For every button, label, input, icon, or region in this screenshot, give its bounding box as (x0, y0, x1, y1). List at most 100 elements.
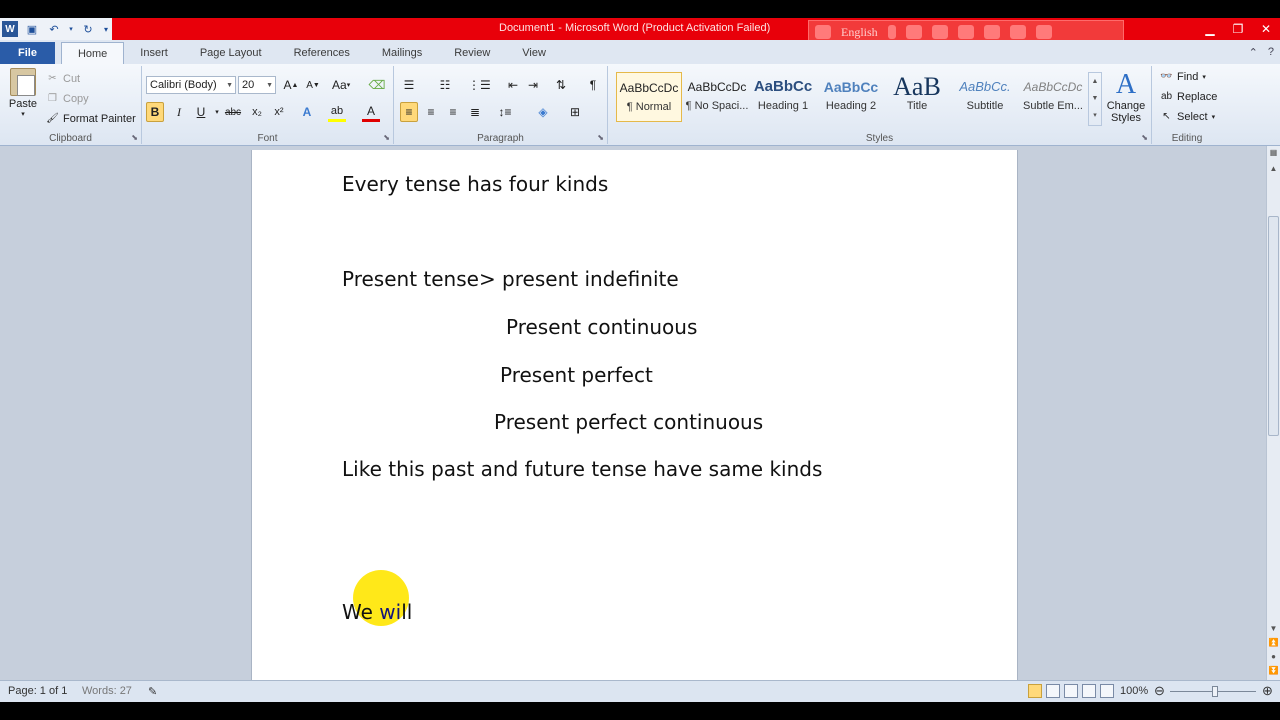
settings-icon[interactable] (957, 25, 974, 39)
change-case-button[interactable]: Aa ▾ (332, 75, 350, 95)
web-layout-icon[interactable] (1064, 684, 1078, 698)
sort-icon[interactable]: ⇅ (552, 75, 570, 95)
font-color-icon[interactable]: A (362, 102, 380, 122)
redo-icon[interactable]: ↻ (80, 21, 96, 37)
subscript-icon[interactable]: x₂ (248, 102, 266, 122)
increase-indent-icon[interactable]: ⇥ (524, 75, 542, 95)
copy-button[interactable]: ❐ Copy (46, 92, 89, 105)
tab-file[interactable]: File (0, 42, 55, 64)
select-button[interactable]: ↖ Select ▾ (1160, 110, 1215, 123)
numbering-icon[interactable]: ☷ (436, 75, 454, 95)
word-count[interactable]: Words: 27 (82, 685, 132, 697)
shrink-font-icon[interactable]: A ▼ (304, 75, 322, 95)
superscript-icon[interactable]: x² (270, 102, 288, 122)
format-painter-button[interactable]: 🖌 Format Painter (46, 112, 136, 125)
bullets-icon[interactable]: ☰ (400, 75, 418, 95)
text-line[interactable]: Present tense> present indefinite (342, 267, 679, 291)
tab-home[interactable]: Home (60, 42, 125, 64)
ime-icon[interactable] (815, 25, 831, 39)
ruler-toggle-icon[interactable]: ▦ (1267, 148, 1280, 160)
full-screen-reading-icon[interactable] (1046, 684, 1060, 698)
tab-mailings[interactable]: Mailings (366, 42, 438, 64)
print-layout-icon[interactable] (1028, 684, 1042, 698)
tab-insert[interactable]: Insert (124, 42, 184, 64)
proofing-icon[interactable]: ✎ (148, 685, 157, 698)
dialog-launcher-icon[interactable]: ⬊ (597, 133, 604, 142)
language-label[interactable]: English (841, 25, 878, 40)
text-line[interactable]: Every tense has four kinds (342, 172, 608, 196)
outline-icon[interactable] (1082, 684, 1096, 698)
style-subtle-emphasis[interactable]: AaBbCcDc Subtle Em... (1020, 72, 1086, 122)
bold-icon[interactable]: B (146, 102, 164, 122)
styles-scroll[interactable]: ▲ ▼ ▾ (1088, 72, 1102, 126)
style-subtitle[interactable]: AaBbCc. Subtitle (952, 72, 1018, 122)
next-page-icon[interactable]: ⏬ (1267, 666, 1280, 678)
close-icon[interactable]: ✕ (1252, 18, 1280, 40)
align-right-icon[interactable]: ≡ (444, 102, 462, 122)
pen-icon[interactable] (931, 25, 948, 39)
collapse-ribbon-icon[interactable]: ⌃ (1249, 46, 1258, 59)
draft-icon[interactable] (1100, 684, 1114, 698)
tab-page-layout[interactable]: Page Layout (184, 42, 278, 64)
shading-icon[interactable]: ◈ (534, 102, 552, 122)
help-icon[interactable] (1009, 25, 1026, 39)
style-normal[interactable]: AaBbCcDc ¶ Normal (616, 72, 682, 122)
clear-formatting-icon[interactable]: ⌫ (368, 75, 386, 95)
browse-object-icon[interactable]: ● (1267, 652, 1280, 664)
previous-page-icon[interactable]: ⏫ (1267, 638, 1280, 650)
dialog-launcher-icon[interactable]: ⬊ (131, 133, 138, 142)
text-line[interactable]: Like this past and future tense have sam… (342, 457, 822, 481)
font-size-select[interactable]: 20 ▼ (238, 76, 276, 94)
paste-button[interactable]: Paste ▾ (6, 68, 40, 118)
scroll-up-icon[interactable]: ▲ (1267, 164, 1280, 176)
scroll-thumb[interactable] (1268, 216, 1279, 436)
multilevel-list-icon[interactable]: ⋮☰ (468, 75, 491, 95)
chevron-down-icon[interactable]: ▾ (68, 21, 74, 37)
align-center-icon[interactable]: ≡ (422, 102, 440, 122)
customize-qat-icon[interactable]: ▾ (102, 21, 110, 37)
change-styles-button[interactable]: A Change Styles (1104, 70, 1148, 125)
text-line[interactable]: Present perfect (500, 363, 653, 387)
text-effects-icon[interactable]: A (298, 102, 316, 122)
options-icon[interactable] (1035, 25, 1052, 39)
scroll-down-icon[interactable]: ▼ (1267, 624, 1280, 636)
font-family-select[interactable]: Calibri (Body) ▼ (146, 76, 236, 94)
vertical-scrollbar[interactable]: ▦ ▲ ▼ ⏫ ● ⏬ (1266, 146, 1280, 680)
typing-line[interactable]: We will (342, 600, 412, 624)
maximize-icon[interactable]: ❐ (1224, 18, 1252, 40)
grow-font-icon[interactable]: A ▲ (282, 75, 300, 95)
page-count[interactable]: Page: 1 of 1 (8, 685, 67, 697)
zoom-slider-knob[interactable] (1212, 686, 1218, 697)
align-left-icon[interactable]: ≡ (400, 102, 418, 122)
justify-icon[interactable]: ≣ (466, 102, 484, 122)
borders-icon[interactable]: ⊞ (566, 102, 584, 122)
undo-icon[interactable]: ↶ (46, 21, 62, 37)
text-line[interactable]: Present perfect continuous (494, 410, 763, 434)
replace-button[interactable]: ab Replace (1160, 90, 1217, 103)
strikethrough-icon[interactable]: abc (224, 102, 242, 122)
line-spacing-icon[interactable]: ↕≡ (496, 102, 514, 122)
italic-icon[interactable]: I (170, 102, 188, 122)
zoom-in-icon[interactable]: ⊕ (1262, 683, 1273, 699)
keyboard-icon[interactable] (905, 25, 922, 39)
dialog-launcher-icon[interactable]: ⬊ (383, 133, 390, 142)
save-icon[interactable]: ▣ (24, 21, 40, 37)
text-line[interactable]: Present continuous (506, 315, 697, 339)
minimize-icon[interactable]: ▁ (1196, 18, 1224, 40)
decrease-indent-icon[interactable]: ⇤ (504, 75, 522, 95)
help-icon[interactable]: ? (1268, 46, 1274, 59)
tab-references[interactable]: References (278, 42, 366, 64)
dialog-launcher-icon[interactable]: ⬊ (1141, 133, 1148, 142)
cut-button[interactable]: ✂ Cut (46, 72, 80, 85)
show-formatting-icon[interactable]: ¶ (584, 75, 602, 95)
find-button[interactable]: 👓 Find ▾ (1160, 70, 1206, 83)
tab-view[interactable]: View (506, 42, 562, 64)
style-no-spacing[interactable]: AaBbCcDc ¶ No Spaci... (684, 72, 750, 122)
tab-review[interactable]: Review (438, 42, 506, 64)
style-heading-2[interactable]: AaBbCc Heading 2 (818, 72, 884, 122)
style-title[interactable]: AaB Title (884, 72, 950, 122)
word-logo-icon[interactable]: W (2, 21, 18, 37)
highlight-icon[interactable]: ab (328, 102, 346, 122)
language-dropdown-icon[interactable] (887, 25, 896, 39)
zoom-level[interactable]: 100% (1120, 685, 1148, 697)
